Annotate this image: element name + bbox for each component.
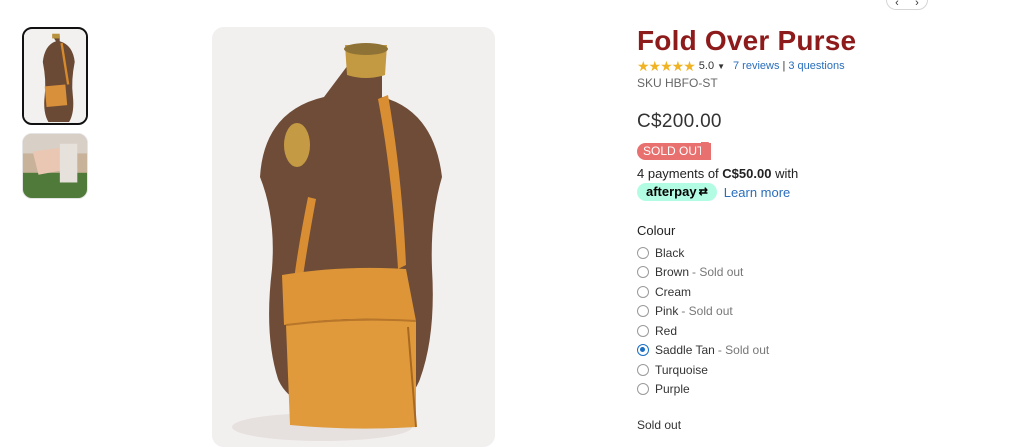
colour-option-label: Pink (655, 304, 679, 319)
product-price: C$200.00 (637, 111, 722, 132)
colour-options: Black Brown - Sold out Cream Pink - Sold… (637, 243, 1017, 399)
colour-option-label: Black (655, 245, 685, 260)
thumbnail-2[interactable] (22, 133, 88, 199)
rating-row: ★★★★★ 5.0 ▼ 7 reviews | 3 questions (637, 58, 1017, 74)
main-product-image[interactable] (212, 27, 495, 447)
product-info: Fold Over Purse ★★★★★ 5.0 ▼ 7 reviews | … (637, 24, 1017, 432)
colour-label: Colour (637, 223, 676, 238)
afterpay-arrows-icon: ⇄ (698, 186, 708, 198)
questions-link[interactable]: 3 questions (788, 60, 844, 72)
colour-option-label: Saddle Tan (655, 343, 715, 358)
radio-button[interactable] (637, 285, 649, 298)
sold-out-note: - Sold out (692, 265, 744, 280)
payments-amount: C$50.00 (722, 166, 772, 181)
sold-out-note: - Sold out (681, 304, 733, 319)
thumbnail-mannequin-image (24, 29, 86, 123)
colour-option-label: Red (655, 323, 678, 338)
colour-option-black[interactable]: Black (637, 243, 1017, 263)
colour-option-label: Turquoise (655, 362, 708, 377)
link-separator: | (782, 60, 786, 72)
product-sku: SKU HBFO-ST (637, 76, 718, 90)
colour-option-pink[interactable]: Pink - Sold out (637, 302, 1017, 322)
colour-option-label: Purple (655, 382, 690, 397)
afterpay-row: afterpay ⇄ Learn more (637, 183, 1017, 201)
colour-option-brown[interactable]: Brown - Sold out (637, 263, 1017, 283)
learn-more-link[interactable]: Learn more (724, 185, 790, 200)
sold-out-note: - Sold out (717, 343, 770, 358)
payments-suffix: with (775, 166, 799, 181)
badge-ribbon-icon (701, 142, 709, 159)
afterpay-logo: afterpay ⇄ (637, 183, 717, 201)
gallery-nav: ‹ › (886, 0, 928, 10)
next-arrow-icon[interactable]: › (915, 0, 919, 9)
payments-text: 4 payments of C$50.00 with (637, 166, 1017, 181)
radio-button[interactable] (637, 383, 649, 396)
radio-button[interactable] (637, 324, 649, 337)
prev-arrow-icon[interactable]: ‹ (895, 0, 899, 9)
colour-option-purple[interactable]: Purple (637, 380, 1017, 400)
rating-value[interactable]: 5.0 (699, 60, 714, 72)
colour-option-turquoise[interactable]: Turquoise (637, 360, 1017, 380)
afterpay-logo-text: afterpay (646, 184, 697, 199)
product-title: Fold Over Purse (637, 25, 857, 56)
radio-button[interactable] (637, 246, 649, 259)
colour-option-red[interactable]: Red (637, 321, 1017, 341)
reviews-link[interactable]: 7 reviews (733, 60, 779, 72)
colour-option-label: Cream (655, 284, 692, 299)
thumbnail-1[interactable] (22, 27, 88, 125)
star-rating-icon[interactable]: ★★★★★ (637, 59, 696, 73)
colour-option-saddle-tan[interactable]: Saddle Tan - Sold out (637, 341, 1017, 361)
radio-button-selected[interactable] (637, 344, 649, 357)
colour-option-cream[interactable]: Cream (637, 282, 1017, 302)
thumbnail-list (22, 27, 88, 207)
payments-prefix: 4 payments of (637, 166, 719, 181)
mannequin-with-purse-image (212, 27, 495, 447)
colour-option-label: Brown (655, 265, 690, 280)
radio-button[interactable] (637, 363, 649, 376)
chevron-down-icon[interactable]: ▼ (717, 62, 725, 71)
radio-button[interactable] (637, 305, 649, 318)
thumbnail-lifestyle-image (23, 134, 87, 198)
availability-status: Sold out (637, 418, 682, 432)
sold-out-badge-wrap: SOLD OUT (637, 142, 1017, 160)
radio-button[interactable] (637, 266, 649, 279)
